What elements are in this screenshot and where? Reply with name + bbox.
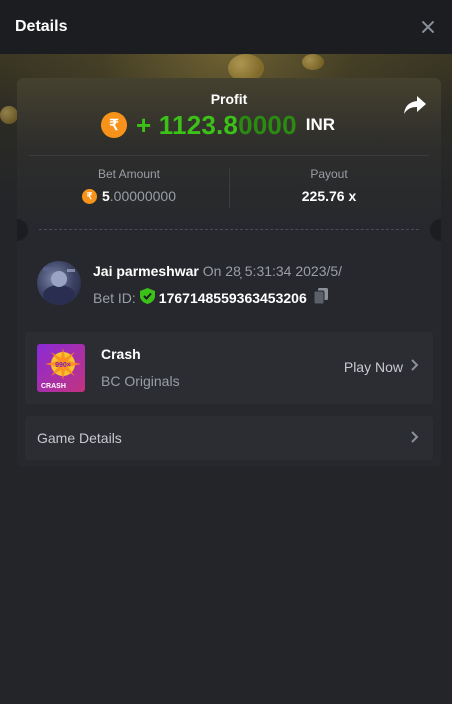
game-details-row[interactable]: Game Details: [25, 416, 433, 460]
dialog-header: Details: [0, 0, 452, 54]
game-thumb-badge: 990×: [55, 362, 71, 369]
bet-id-value: 1767148559363453206: [158, 289, 307, 306]
coin-decoration: [0, 106, 18, 124]
bet-amount-stat: Bet Amount ₹ 5.00000000: [29, 167, 229, 204]
chevron-right-icon: [411, 358, 419, 376]
bet-amount-label: Bet Amount: [97, 167, 161, 181]
bet-amount-value: 5.00000000: [102, 188, 176, 204]
shield-check-icon: [139, 288, 155, 307]
profit-currency: INR: [305, 115, 336, 134]
user-line: Jai parmeshwar On 28̦ 5:31:34 2023/5/: [93, 263, 342, 279]
payout-stat: Payout 225.76 x: [229, 167, 429, 204]
bet-id-line: Bet ID: 1767148559363453206: [93, 288, 328, 307]
payout-value: 225.76 x: [301, 188, 357, 204]
ticket-cut-line: [39, 229, 419, 230]
dialog-title: Details: [15, 18, 68, 35]
bet-details-card: Profit ₹ + 1123.80000 INR Bet Amount ₹ 5…: [17, 78, 441, 467]
ticket-notch: [430, 219, 441, 241]
rupee-icon: ₹: [101, 112, 127, 138]
avatar[interactable]: [37, 261, 81, 305]
chevron-right-icon: [411, 430, 419, 448]
game-thumbnail[interactable]: 990× CRASH: [37, 344, 85, 392]
divider: [29, 155, 429, 156]
bet-timestamp: On 28̦ 5:31:34 2023/5/: [202, 263, 343, 279]
play-now-label: Play Now: [343, 359, 403, 375]
coin-decoration: [302, 54, 324, 70]
game-name: Crash: [101, 346, 141, 362]
game-provider: BC Originals: [101, 373, 180, 389]
bet-id-label: Bet ID:: [93, 289, 136, 306]
payout-label: Payout: [310, 167, 348, 181]
user-name[interactable]: Jai parmeshwar: [93, 263, 199, 279]
share-icon[interactable]: [403, 94, 427, 116]
rupee-icon: ₹: [82, 188, 97, 204]
profit-row: ₹ + 1123.80000 INR: [101, 110, 335, 140]
profit-label: Profit: [210, 91, 248, 107]
profit-amount: + 1123.80000: [136, 109, 297, 140]
game-details-label: Game Details: [37, 430, 122, 446]
close-icon[interactable]: [418, 17, 438, 37]
game-row[interactable]: 990× CRASH Crash BC Originals Play Now: [25, 332, 433, 404]
game-thumb-text: CRASH: [41, 383, 66, 390]
copy-icon[interactable]: [313, 288, 328, 307]
play-now-button[interactable]: Play Now: [344, 358, 419, 376]
